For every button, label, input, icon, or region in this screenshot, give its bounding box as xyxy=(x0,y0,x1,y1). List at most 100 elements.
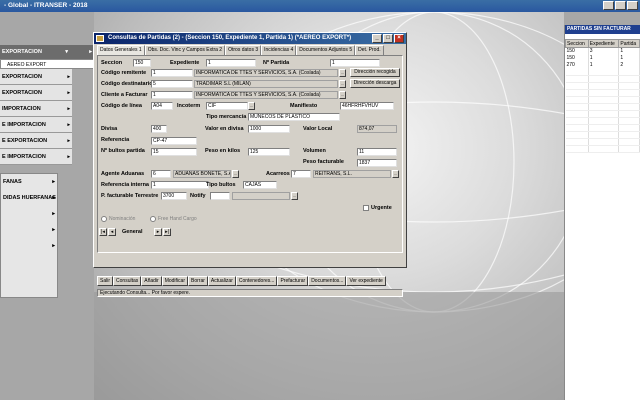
notify-label: Notify xyxy=(190,193,206,199)
cliente-name-field: INFORMATICA DE TTES Y SERVICIOS, S.A. (C… xyxy=(194,91,338,99)
menu-item-importacion-3[interactable]: E IMPORTACION ▸ xyxy=(0,149,72,165)
seccion-field[interactable]: 150 xyxy=(133,59,151,67)
codigo-linea-field[interactable]: A04 xyxy=(151,102,173,110)
table-row[interactable]: 150 3 1 xyxy=(565,47,640,55)
direccion-descarga-button[interactable]: Dirección descarga xyxy=(350,79,400,88)
consultas-button[interactable]: Consultas xyxy=(113,276,142,286)
tab-documentos-adjuntos[interactable]: Documentos Adjuntos 5 xyxy=(296,45,356,55)
column-header[interactable]: Expediente xyxy=(587,39,620,48)
menu-item-empty-1[interactable]: ▸ xyxy=(1,206,57,222)
tipo-bultos-label: Tipo bultos xyxy=(206,182,236,188)
menu-header[interactable]: EXPORTACION ▾ ▸ xyxy=(0,45,94,59)
peso-kilos-field[interactable]: 125 xyxy=(248,148,290,156)
acarreos-code-field[interactable]: 7 xyxy=(291,170,311,178)
lookup-button[interactable]: ... xyxy=(339,91,346,99)
menu-item-importacion-2[interactable]: E IMPORTACION ▸ xyxy=(0,117,72,133)
ver-expediente-button[interactable]: Ver expediente xyxy=(346,276,386,286)
empty-row xyxy=(565,103,640,111)
menu-item-exportacion-3[interactable]: E EXPORTACION ▸ xyxy=(0,133,72,149)
manifiesto-field[interactable]: 46HFRHFVHUV xyxy=(340,102,394,110)
last-record-button[interactable]: ▸| xyxy=(163,228,171,236)
tipo-mercancia-label: Tipo mercancía xyxy=(206,114,247,120)
next-record-button[interactable]: ▸ xyxy=(154,228,162,236)
chevron-right-icon: ▸ xyxy=(52,243,55,249)
divisa-field[interactable]: 400 xyxy=(151,125,167,133)
app-title-bar: - Global - ITRANSER - 2018 xyxy=(0,0,640,12)
direccion-recogida-button[interactable]: Dirección recogida xyxy=(350,68,400,77)
close-button[interactable] xyxy=(627,1,638,10)
tab-strip: Datos Generales 1 Obs. Doc. Vinc y Campo… xyxy=(97,45,384,55)
ref-interna-field[interactable]: 1 xyxy=(151,181,209,189)
volumen-field[interactable]: 11 xyxy=(357,148,397,156)
lookup-button[interactable]: ... xyxy=(291,192,298,200)
borrar-button[interactable]: Borrar xyxy=(188,276,208,286)
anadir-button[interactable]: Añadir xyxy=(141,276,162,286)
table-row[interactable]: 150 1 1 xyxy=(565,54,640,62)
column-header[interactable]: Partida xyxy=(618,39,640,48)
referencia-field[interactable]: CP-47 xyxy=(151,137,197,145)
actualizar-button[interactable]: Actualizar xyxy=(207,276,236,286)
minimize-button[interactable] xyxy=(603,1,614,10)
lookup-button[interactable]: ... xyxy=(248,102,255,110)
status-bar: Ejecutando Consulta... Por favor espere. xyxy=(97,289,403,297)
lookup-button[interactable]: ... xyxy=(232,170,239,178)
menu-item-exportacion-2[interactable]: EXPORTACION ▸ xyxy=(0,85,72,101)
first-record-button[interactable]: |◂ xyxy=(99,228,107,236)
tab-det-prod[interactable]: Det. Prod. xyxy=(355,45,384,55)
chevron-right-icon: ▸ xyxy=(67,138,70,144)
menu-item-partidas-huerfanas[interactable]: DIDAS HUERFANAS ▸ xyxy=(1,190,57,206)
tab-otros-datos[interactable]: Otros datos 3 xyxy=(225,45,262,55)
urgente-checkbox[interactable] xyxy=(363,205,369,211)
maximize-button[interactable]: □ xyxy=(383,34,393,43)
prev-record-button[interactable]: ◂ xyxy=(108,228,116,236)
menu-item-label: DIDAS HUERFANAS xyxy=(3,195,56,201)
lookup-button[interactable]: ... xyxy=(339,69,346,77)
tab-datos-generales[interactable]: Datos Generales 1 xyxy=(97,45,145,55)
contenedores-button[interactable]: Contenedores... xyxy=(235,276,278,286)
p-facturable-terrestre-label: P. facturable Terrestre xyxy=(101,193,159,199)
n-partida-field[interactable]: 1 xyxy=(330,59,380,67)
column-header[interactable]: Seccion xyxy=(565,39,589,48)
lookup-button[interactable]: ... xyxy=(339,80,346,88)
modificar-button[interactable]: Modificar xyxy=(161,276,188,286)
peso-facturable-field[interactable]: 1837 xyxy=(357,159,397,167)
cliente-facturar-label: Cliente a Facturar xyxy=(101,92,148,98)
free-hand-cargo-radio[interactable] xyxy=(150,216,156,222)
tipo-mercancia-field[interactable]: MUÑECOS DE PLASTICO xyxy=(248,113,340,121)
menu-item-importacion-1[interactable]: IMPORTACION ▸ xyxy=(0,101,72,117)
table-row[interactable]: 270 1 2 xyxy=(565,61,640,69)
empty-row xyxy=(565,68,640,76)
menu-item-empty-2[interactable]: ▸ xyxy=(1,222,57,238)
cliente-facturar-field[interactable]: 1 xyxy=(151,91,193,99)
minimize-button[interactable]: _ xyxy=(372,34,382,43)
tipo-bultos-field[interactable]: CAJAS xyxy=(243,181,277,189)
menu-subitem-aereo-export[interactable]: AEREO EXPORT xyxy=(0,59,94,69)
notify-code-field[interactable] xyxy=(210,192,230,200)
codigo-remitente-field[interactable]: 1 xyxy=(151,69,193,77)
codigo-destinatario-field[interactable]: 5 xyxy=(151,80,193,88)
menu-item-empty-3[interactable]: ▸ xyxy=(1,238,57,254)
unbilled-items-panel: PARTIDAS SIN FACTURAR Seccion Expediente… xyxy=(564,25,640,400)
free-hand-cargo-label: Free Hand Cargo xyxy=(158,216,197,222)
prefacturar-button[interactable]: Prefacturar xyxy=(277,276,309,286)
tab-obs-doc[interactable]: Obs. Doc. Vinc y Campos Extra 2 xyxy=(144,45,226,55)
nominacion-radio[interactable] xyxy=(101,216,107,222)
valor-divisa-field[interactable]: 1000 xyxy=(248,125,290,133)
menu-item-exportacion-1[interactable]: EXPORTACION ▸ xyxy=(0,69,72,85)
salir-button[interactable]: Salir xyxy=(97,276,114,286)
n-bultos-field[interactable]: 15 xyxy=(151,148,197,156)
p-facturable-terrestre-field[interactable]: 3700 xyxy=(161,192,187,200)
agente-aduanas-code-field[interactable]: 6 xyxy=(151,170,171,178)
tab-incidencias[interactable]: Incidencias 4 xyxy=(261,45,297,55)
empty-row xyxy=(565,110,640,118)
incoterm-field[interactable]: CIF xyxy=(206,102,248,110)
valor-local-label: Valor Local xyxy=(303,126,333,132)
expediente-field[interactable]: 1 xyxy=(206,59,256,67)
close-button[interactable]: × xyxy=(394,34,404,43)
documentos-button[interactable]: Documentos... xyxy=(308,276,347,286)
chevron-right-icon: ▸ xyxy=(67,74,70,80)
menu-item-huerfanas[interactable]: FANAS ▸ xyxy=(1,174,57,190)
lookup-button[interactable]: ... xyxy=(392,170,399,178)
dialog-title-bar[interactable]: Consultas de Partidas (2) - (Seccion 150… xyxy=(94,33,406,44)
maximize-button[interactable] xyxy=(615,1,626,10)
